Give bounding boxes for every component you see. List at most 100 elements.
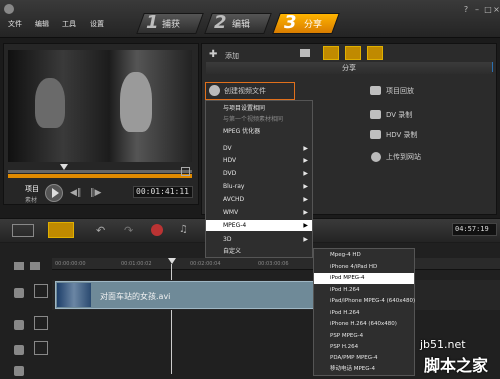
- project-duration-text: 04:57:19: [455, 225, 489, 233]
- dv-record-option[interactable]: DV 录制: [386, 110, 412, 120]
- clip-thumbnail: [57, 283, 91, 307]
- menu-item-mpeg4[interactable]: MPEG-4 ▶: [206, 220, 312, 231]
- scrub-handle-icon[interactable]: [60, 164, 68, 170]
- overlay-track-visibility-icon[interactable]: [14, 320, 24, 330]
- scrub-bar[interactable]: [8, 170, 192, 173]
- project-mode-label[interactable]: 项目: [25, 184, 39, 194]
- submenu-item-iphone-h264-640[interactable]: iPhone H.264 (640x480): [314, 319, 414, 330]
- menu-item-label: WMV: [223, 209, 239, 216]
- menu-edit[interactable]: 编辑: [35, 19, 49, 29]
- record-icon[interactable]: [151, 224, 163, 236]
- menu-item-label: MPEG-4: [223, 222, 247, 229]
- voice-track-visibility-icon[interactable]: [14, 366, 24, 376]
- submenu-arrow-icon: ▶: [303, 170, 308, 177]
- menu-settings[interactable]: 设置: [90, 19, 104, 29]
- submenu-item-psp-mpeg4[interactable]: PSP MPEG-4: [314, 331, 414, 342]
- project-playback-option[interactable]: 项目回放: [386, 86, 414, 96]
- prev-frame-icon[interactable]: ◀‖: [70, 188, 81, 198]
- submenu-item-mobile-mpeg4[interactable]: 移动电话 MPEG-4: [314, 364, 414, 375]
- submenu-arrow-icon: ▶: [303, 183, 308, 190]
- submenu-item-ipod-h264-2[interactable]: iPod H.264: [314, 308, 414, 319]
- submenu-item-label: iPod H.264: [330, 310, 360, 316]
- timeline-view-icon[interactable]: [48, 222, 74, 238]
- globe-icon: [371, 152, 381, 162]
- maximize-icon[interactable]: □: [483, 5, 493, 15]
- submenu-arrow-icon: ▶: [303, 222, 308, 229]
- submenu-item-label: iPod MPEG-4: [330, 275, 365, 281]
- video-figure-right: [120, 72, 152, 132]
- submenu-item-ipod-mpeg4[interactable]: iPod MPEG-4: [314, 273, 414, 284]
- ruler-tick-0: 00:00:00:00: [55, 261, 86, 267]
- video-clip[interactable]: [55, 281, 315, 309]
- share-title: 分享: [342, 64, 356, 72]
- menu-item-label: 3D: [223, 236, 232, 243]
- trim-range-bar[interactable]: [8, 174, 192, 178]
- undo-icon[interactable]: ↶: [96, 224, 105, 237]
- step-1-label: 捕获: [162, 20, 181, 30]
- submenu-item-ipad-iphone-mpeg4-640[interactable]: iPad/iPhone MPEG-4 (640x480): [314, 296, 416, 307]
- submenu-item-label: 移动电话 MPEG-4: [330, 366, 376, 372]
- submenu-item-ipod-h264[interactable]: iPod H.264: [314, 285, 414, 296]
- menu-item-label: MPEG 优化器: [223, 128, 261, 135]
- menu-item-wmv[interactable]: WMV ▶: [206, 207, 312, 218]
- clip-mode-label[interactable]: 素材: [25, 195, 37, 204]
- photo-filter-icon[interactable]: [345, 46, 361, 60]
- menu-item-dvd[interactable]: DVD ▶: [206, 168, 312, 179]
- ruler-tick-3: 00:03:00:06: [258, 261, 289, 267]
- add-chapter-icon[interactable]: [30, 262, 40, 270]
- submenu-item-label: Mpeg-4 HD: [330, 252, 361, 258]
- menu-item-mpeg-optimizer[interactable]: MPEG 优化器: [206, 126, 312, 137]
- submenu-item-psp-h264[interactable]: PSP H.264: [314, 342, 414, 353]
- submenu-item-label: iPad/iPhone MPEG-4 (640x480): [330, 298, 416, 304]
- menu-item-hdv[interactable]: HDV ▶: [206, 155, 312, 166]
- timecode-text: 00:01:41:11: [136, 187, 189, 196]
- step-2-number: 2: [214, 12, 227, 33]
- submenu-item-mpeg4-hd[interactable]: Mpeg-4 HD: [314, 250, 414, 261]
- playhead-icon[interactable]: [168, 258, 176, 264]
- next-frame-icon[interactable]: ‖▶: [90, 188, 101, 198]
- menu-item-same-as-project[interactable]: 与项目设置相同: [206, 103, 312, 114]
- menu-item-label: HDV: [223, 157, 237, 164]
- menu-item-avchd[interactable]: AVCHD ▶: [206, 194, 312, 205]
- menu-tools[interactable]: 工具: [62, 19, 76, 29]
- video-filter-icon[interactable]: [323, 46, 339, 60]
- step-3-label: 分享: [304, 20, 323, 30]
- title-track-visibility-icon[interactable]: [14, 345, 24, 355]
- add-icon[interactable]: ✚: [209, 49, 217, 60]
- folder-icon[interactable]: [300, 49, 310, 57]
- close-icon[interactable]: ×: [493, 5, 500, 15]
- upload-website-option[interactable]: 上传到网站: [386, 152, 421, 162]
- storyboard-view-icon[interactable]: [12, 224, 34, 237]
- video-track-visibility-icon[interactable]: [14, 288, 24, 298]
- submenu-item-label: iPod H.264: [330, 287, 360, 293]
- submenu-arrow-icon: ▶: [303, 236, 308, 243]
- submenu-item-iphone4-ipad-hd[interactable]: iPhone 4/iPad HD: [314, 262, 414, 273]
- track-manager-icon[interactable]: [14, 262, 24, 270]
- step-3-number: 3: [284, 12, 297, 33]
- minimize-icon[interactable]: –: [472, 5, 482, 15]
- menu-item-label: DV: [223, 145, 232, 152]
- submenu-arrow-icon: ▶: [303, 196, 308, 203]
- submenu-arrow-icon: ▶: [303, 157, 308, 164]
- submenu-item-label: PSP MPEG-4: [330, 333, 364, 339]
- menu-item-label: Blu-ray: [223, 183, 245, 190]
- add-label[interactable]: 添加: [225, 51, 239, 61]
- redo-icon[interactable]: ↷: [124, 224, 133, 237]
- submenu-arrow-icon: ▶: [303, 209, 308, 216]
- menu-item-label: 与项目设置相同: [223, 105, 266, 112]
- video-figure-left: [35, 78, 65, 128]
- app-logo-icon: [4, 4, 14, 14]
- help-icon[interactable]: ?: [461, 5, 471, 15]
- menu-item-bluray[interactable]: Blu-ray ▶: [206, 181, 312, 192]
- submenu-item-label: iPhone 4/iPad HD: [330, 264, 378, 270]
- menu-item-dv[interactable]: DV ▶: [206, 143, 312, 154]
- audio-mixer-icon[interactable]: ♫: [179, 224, 188, 235]
- fullscreen-icon[interactable]: [181, 167, 190, 176]
- menu-item-3d[interactable]: 3D ▶: [206, 234, 312, 245]
- hdv-record-option[interactable]: HDV 录制: [386, 130, 418, 140]
- menu-file[interactable]: 文件: [8, 19, 22, 29]
- play-icon: [52, 188, 59, 198]
- audio-filter-icon[interactable]: [367, 46, 383, 60]
- submenu-item-pda-pmp-mpeg4[interactable]: PDA/PMP MPEG-4: [314, 353, 414, 364]
- menu-item-custom[interactable]: 自定义: [206, 246, 312, 257]
